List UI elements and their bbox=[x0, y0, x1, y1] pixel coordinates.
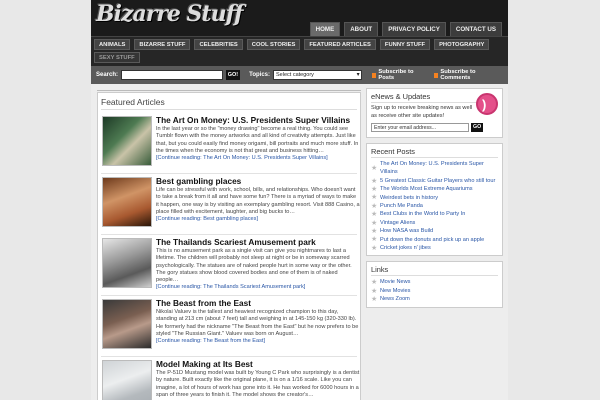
link-item[interactable]: ★ News Zoom bbox=[371, 295, 498, 303]
link-item[interactable]: ★ Movie News bbox=[371, 278, 498, 286]
rss-icon bbox=[371, 72, 377, 78]
post-title[interactable]: Best gambling places bbox=[156, 176, 241, 186]
featured-heading: Featured Articles bbox=[101, 97, 357, 110]
post-thumbnail[interactable] bbox=[102, 116, 152, 166]
cat-bizarre-stuff[interactable]: BIZARRE STUFF bbox=[134, 39, 191, 50]
cat-featured-articles[interactable]: FEATURED ARTICLES bbox=[304, 39, 376, 50]
star-icon: ★ bbox=[371, 211, 378, 219]
cat-animals[interactable]: ANIMALS bbox=[94, 39, 131, 50]
recent-post-link[interactable]: ★ 5 Greatest Classic Guitar Players who s… bbox=[371, 177, 498, 185]
topics-label: Topics: bbox=[249, 72, 271, 78]
recent-post-link[interactable]: ★ Weirdest bets in history bbox=[371, 194, 498, 202]
post-title[interactable]: The Thailands Scariest Amusement park bbox=[156, 237, 316, 247]
cat-funny-stuff[interactable]: FUNNY STUFF bbox=[379, 39, 431, 50]
star-icon: ★ bbox=[371, 236, 378, 244]
post-excerpt: In the last year or so the "money drawin… bbox=[156, 126, 360, 162]
subscribe-comments-label: Subscribe to Comments bbox=[440, 69, 476, 81]
subscribe-posts-label: Subscribe to Posts bbox=[378, 69, 414, 81]
post-excerpt: The P-51D Mustang model was built by You… bbox=[156, 370, 360, 399]
recent-post-link[interactable]: ★ The Worlds Most Extreme Aquariums bbox=[371, 185, 498, 193]
star-icon: ★ bbox=[371, 279, 378, 287]
continue-reading-link[interactable]: [Continue reading: The Thailands Scaries… bbox=[156, 284, 360, 291]
star-icon: ★ bbox=[371, 244, 378, 252]
divider bbox=[97, 90, 361, 91]
category-nav: ANIMALS BIZARRE STUFF CELEBRITIES COOL S… bbox=[91, 36, 508, 66]
post-item: The Art On Money: U.S. Presidents Super … bbox=[101, 113, 360, 174]
subscribe-posts-link[interactable]: Subscribe to Posts bbox=[371, 69, 428, 81]
recent-post-link[interactable]: ★ How NASA was Build bbox=[371, 227, 498, 235]
search-label: Search: bbox=[96, 72, 119, 78]
post-thumbnail[interactable] bbox=[102, 299, 152, 349]
post-excerpt-text: This is no amusement park as a single vi… bbox=[156, 248, 352, 284]
star-icon: ★ bbox=[371, 194, 378, 202]
post-item: The Beast from the East Nikolai Valuev i… bbox=[101, 296, 360, 357]
cat-cool-stories[interactable]: COOL STORIES bbox=[246, 39, 301, 50]
email-go-button[interactable]: GO bbox=[471, 123, 484, 133]
post-thumbnail[interactable] bbox=[102, 177, 152, 227]
post-excerpt-text: Nikolai Valuev is the tallest and heavie… bbox=[156, 309, 359, 337]
post-thumbnail[interactable] bbox=[102, 360, 152, 400]
post-excerpt: This is no amusement park as a single vi… bbox=[156, 248, 360, 292]
continue-reading-link[interactable]: [Continue reading: Best gambling places] bbox=[156, 216, 360, 223]
recent-post-link[interactable]: ★ Cricket jokes n' jibes bbox=[371, 244, 498, 252]
site-logo[interactable]: Bizarre Stuff bbox=[96, 1, 244, 27]
post-excerpt-text: In the last year or so the "money drawin… bbox=[156, 126, 359, 154]
star-icon: ★ bbox=[371, 287, 378, 295]
nav-contact-us[interactable]: CONTACT US bbox=[449, 22, 502, 36]
cat-sexy-stuff[interactable]: SEXY STUFF bbox=[94, 52, 140, 63]
page-wrapper: Bizarre Stuff HOME ABOUT PRIVACY POLICY … bbox=[91, 0, 508, 400]
sidebar: eNews & Updates Sign up to receive break… bbox=[366, 88, 503, 313]
post-excerpt-text: Life can be stressful with work, school,… bbox=[156, 187, 360, 215]
site-header: Bizarre Stuff HOME ABOUT PRIVACY POLICY … bbox=[91, 0, 508, 36]
post-item: Model Making at Its Best The P-51D Musta… bbox=[101, 357, 360, 400]
post-thumbnail[interactable] bbox=[102, 238, 152, 288]
nav-home[interactable]: HOME bbox=[309, 22, 341, 36]
subscribe-comments-link[interactable]: Subscribe to Comments bbox=[433, 69, 503, 81]
recent-post-link[interactable]: ★ Vintage Aliens bbox=[371, 219, 498, 227]
rss-feed-icon[interactable]: ) bbox=[476, 93, 498, 115]
recent-post-link[interactable]: ★ Punch Me Panda bbox=[371, 202, 498, 210]
rss-icon bbox=[433, 72, 439, 78]
cat-photography[interactable]: PHOTOGRAPHY bbox=[434, 39, 490, 50]
recent-heading: Recent Posts bbox=[371, 147, 498, 158]
post-title[interactable]: Model Making at Its Best bbox=[156, 359, 253, 369]
email-field[interactable]: Enter your email address... bbox=[371, 123, 469, 133]
recent-post-link[interactable]: ★ Best Clubs in the World to Party In bbox=[371, 210, 498, 218]
search-bar: Search: GO! Topics: Select category Subs… bbox=[91, 66, 508, 84]
star-icon: ★ bbox=[371, 177, 378, 185]
recent-post-link[interactable]: ★ Put down the donuts and pick up an appl… bbox=[371, 236, 498, 244]
continue-reading-link[interactable]: [Continue reading: The Beast from the Ea… bbox=[156, 338, 360, 345]
post-item: The Thailands Scariest Amusement park Th… bbox=[101, 235, 357, 296]
star-icon: ★ bbox=[371, 185, 378, 193]
enews-text: Sign up to receive breaking news as well… bbox=[371, 105, 473, 119]
search-go-button[interactable]: GO! bbox=[225, 70, 241, 80]
main-content: Featured Articles The Art On Money: U.S.… bbox=[97, 92, 361, 400]
star-icon: ★ bbox=[371, 202, 378, 210]
recent-posts-box: Recent Posts ★ The Art On Money: U.S. Pre… bbox=[366, 143, 503, 257]
links-heading: Links bbox=[371, 265, 498, 277]
star-icon: ★ bbox=[371, 219, 378, 227]
post-item: Best gambling places Life can be stressf… bbox=[101, 174, 360, 235]
recent-post-link[interactable]: ★ The Art On Money: U.S. Presidents Super… bbox=[371, 160, 498, 177]
enews-box: eNews & Updates Sign up to receive break… bbox=[366, 88, 503, 138]
post-excerpt: Nikolai Valuev is the tallest and heavie… bbox=[156, 309, 360, 345]
star-icon: ★ bbox=[371, 164, 378, 172]
post-title[interactable]: The Art On Money: U.S. Presidents Super … bbox=[156, 115, 350, 125]
featured-articles-box: Featured Articles The Art On Money: U.S.… bbox=[97, 92, 361, 400]
links-box: Links ★ Movie News ★ New Movies ★ News Zoom bbox=[366, 261, 503, 308]
search-input[interactable] bbox=[121, 70, 223, 80]
continue-reading-link[interactable]: [Continue reading: The Art On Money: U.S… bbox=[156, 155, 360, 162]
cat-celebrities[interactable]: CELEBRITIES bbox=[194, 39, 243, 50]
link-item[interactable]: ★ New Movies bbox=[371, 287, 498, 295]
star-icon: ★ bbox=[371, 227, 378, 235]
nav-about[interactable]: ABOUT bbox=[344, 22, 379, 36]
post-excerpt-text: The P-51D Mustang model was built by You… bbox=[156, 370, 360, 398]
post-title[interactable]: The Beast from the East bbox=[156, 298, 251, 308]
topics-select[interactable]: Select category bbox=[273, 70, 362, 80]
post-excerpt: Life can be stressful with work, school,… bbox=[156, 187, 360, 223]
nav-privacy-policy[interactable]: PRIVACY POLICY bbox=[382, 22, 446, 36]
page-nav: HOME ABOUT PRIVACY POLICY CONTACT US bbox=[309, 22, 502, 36]
star-icon: ★ bbox=[371, 295, 378, 303]
